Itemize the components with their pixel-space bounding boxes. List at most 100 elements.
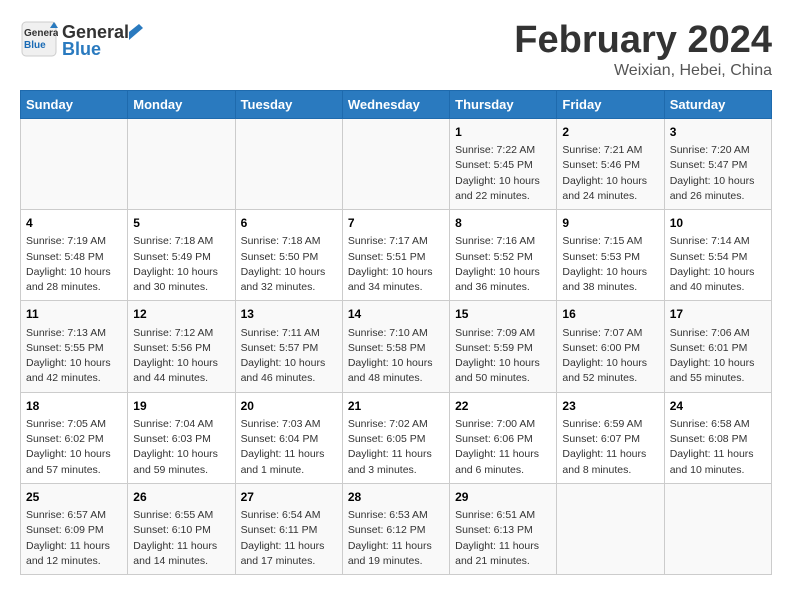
- day-info: Daylight: 10 hours and 52 minutes.: [562, 356, 658, 386]
- day-info: Sunrise: 6:58 AM: [670, 417, 766, 432]
- calendar-week-5: 25Sunrise: 6:57 AMSunset: 6:09 PMDayligh…: [21, 483, 772, 574]
- day-info: Daylight: 10 hours and 55 minutes.: [670, 356, 766, 386]
- month-title: February 2024: [514, 20, 772, 62]
- day-number: 4: [26, 215, 122, 232]
- day-info: Daylight: 10 hours and 50 minutes.: [455, 356, 551, 386]
- day-info: Sunrise: 7:03 AM: [241, 417, 337, 432]
- calendar-week-4: 18Sunrise: 7:05 AMSunset: 6:02 PMDayligh…: [21, 392, 772, 483]
- day-info: Sunset: 5:49 PM: [133, 250, 229, 265]
- day-info: Daylight: 10 hours and 57 minutes.: [26, 447, 122, 477]
- day-info: Daylight: 11 hours and 1 minute.: [241, 447, 337, 477]
- day-info: Sunrise: 7:12 AM: [133, 326, 229, 341]
- day-info: Sunrise: 7:22 AM: [455, 143, 551, 158]
- day-number: 24: [670, 398, 766, 415]
- day-info: Sunrise: 7:18 AM: [241, 234, 337, 249]
- day-info: Daylight: 11 hours and 8 minutes.: [562, 447, 658, 477]
- day-info: Sunrise: 6:54 AM: [241, 508, 337, 523]
- location-subtitle: Weixian, Hebei, China: [514, 62, 772, 80]
- logo: General Blue General Blue: [20, 20, 143, 63]
- day-number: 13: [241, 306, 337, 323]
- calendar-cell: 16Sunrise: 7:07 AMSunset: 6:00 PMDayligh…: [557, 301, 664, 392]
- day-info: Daylight: 11 hours and 14 minutes.: [133, 539, 229, 569]
- day-number: 18: [26, 398, 122, 415]
- day-info: Sunrise: 7:13 AM: [26, 326, 122, 341]
- day-info: Sunset: 6:11 PM: [241, 523, 337, 538]
- day-number: 9: [562, 215, 658, 232]
- weekday-header-friday: Friday: [557, 90, 664, 118]
- calendar-cell: 17Sunrise: 7:06 AMSunset: 6:01 PMDayligh…: [664, 301, 771, 392]
- day-info: Sunrise: 6:55 AM: [133, 508, 229, 523]
- day-info: Sunrise: 7:17 AM: [348, 234, 444, 249]
- day-number: 22: [455, 398, 551, 415]
- calendar-week-1: 1Sunrise: 7:22 AMSunset: 5:45 PMDaylight…: [21, 118, 772, 209]
- day-info: Sunset: 6:09 PM: [26, 523, 122, 538]
- day-info: Sunset: 6:01 PM: [670, 341, 766, 356]
- day-info: Sunrise: 7:20 AM: [670, 143, 766, 158]
- day-info: Daylight: 10 hours and 36 minutes.: [455, 265, 551, 295]
- title-block: February 2024 Weixian, Hebei, China: [514, 20, 772, 80]
- logo-icon: General Blue: [20, 20, 58, 58]
- day-info: Sunset: 6:02 PM: [26, 432, 122, 447]
- day-info: Daylight: 10 hours and 42 minutes.: [26, 356, 122, 386]
- day-info: Daylight: 11 hours and 21 minutes.: [455, 539, 551, 569]
- day-info: Sunrise: 6:53 AM: [348, 508, 444, 523]
- calendar-cell: 4Sunrise: 7:19 AMSunset: 5:48 PMDaylight…: [21, 210, 128, 301]
- day-info: Sunset: 5:45 PM: [455, 158, 551, 173]
- calendar-cell: 28Sunrise: 6:53 AMSunset: 6:12 PMDayligh…: [342, 483, 449, 574]
- day-info: Sunrise: 7:14 AM: [670, 234, 766, 249]
- day-info: Daylight: 10 hours and 24 minutes.: [562, 174, 658, 204]
- weekday-header-monday: Monday: [128, 90, 235, 118]
- svg-text:Blue: Blue: [24, 40, 46, 51]
- day-info: Sunset: 6:03 PM: [133, 432, 229, 447]
- calendar-cell: 23Sunrise: 6:59 AMSunset: 6:07 PMDayligh…: [557, 392, 664, 483]
- day-info: Sunset: 5:52 PM: [455, 250, 551, 265]
- day-info: Daylight: 10 hours and 48 minutes.: [348, 356, 444, 386]
- day-info: Daylight: 10 hours and 59 minutes.: [133, 447, 229, 477]
- day-info: Sunrise: 7:11 AM: [241, 326, 337, 341]
- day-info: Daylight: 11 hours and 12 minutes.: [26, 539, 122, 569]
- day-info: Sunset: 6:13 PM: [455, 523, 551, 538]
- day-number: 29: [455, 489, 551, 506]
- day-info: Sunset: 6:05 PM: [348, 432, 444, 447]
- day-number: 17: [670, 306, 766, 323]
- day-info: Daylight: 11 hours and 6 minutes.: [455, 447, 551, 477]
- calendar-cell: 7Sunrise: 7:17 AMSunset: 5:51 PMDaylight…: [342, 210, 449, 301]
- day-number: 21: [348, 398, 444, 415]
- calendar-cell: 27Sunrise: 6:54 AMSunset: 6:11 PMDayligh…: [235, 483, 342, 574]
- weekday-header-thursday: Thursday: [450, 90, 557, 118]
- logo-bird-icon: [129, 24, 143, 40]
- day-number: 19: [133, 398, 229, 415]
- weekday-header-saturday: Saturday: [664, 90, 771, 118]
- day-info: Sunset: 5:46 PM: [562, 158, 658, 173]
- day-info: Daylight: 11 hours and 19 minutes.: [348, 539, 444, 569]
- day-info: Sunset: 5:47 PM: [670, 158, 766, 173]
- day-info: Sunrise: 6:57 AM: [26, 508, 122, 523]
- day-info: Sunrise: 7:05 AM: [26, 417, 122, 432]
- day-info: Sunrise: 7:07 AM: [562, 326, 658, 341]
- calendar-cell: 18 Sunrise: 7:05 AMSunset: 6:02 PMDayligh…: [21, 392, 128, 483]
- day-info: Sunset: 5:55 PM: [26, 341, 122, 356]
- calendar-cell: 13Sunrise: 7:11 AMSunset: 5:57 PMDayligh…: [235, 301, 342, 392]
- calendar-cell: 8Sunrise: 7:16 AMSunset: 5:52 PMDaylight…: [450, 210, 557, 301]
- day-number: 15: [455, 306, 551, 323]
- calendar-cell: 24Sunrise: 6:58 AMSunset: 6:08 PMDayligh…: [664, 392, 771, 483]
- day-number: 20: [241, 398, 337, 415]
- day-info: Sunrise: 7:16 AM: [455, 234, 551, 249]
- day-number: 25: [26, 489, 122, 506]
- day-info: Daylight: 10 hours and 22 minutes.: [455, 174, 551, 204]
- calendar-cell: 21Sunrise: 7:02 AMSunset: 6:05 PMDayligh…: [342, 392, 449, 483]
- day-number: 26: [133, 489, 229, 506]
- day-info: Daylight: 10 hours and 46 minutes.: [241, 356, 337, 386]
- calendar-cell: 6Sunrise: 7:18 AMSunset: 5:50 PMDaylight…: [235, 210, 342, 301]
- day-info: Sunset: 5:54 PM: [670, 250, 766, 265]
- day-info: Sunrise: 7:15 AM: [562, 234, 658, 249]
- calendar-cell: 29Sunrise: 6:51 AMSunset: 6:13 PMDayligh…: [450, 483, 557, 574]
- calendar-week-3: 11Sunrise: 7:13 AMSunset: 5:55 PMDayligh…: [21, 301, 772, 392]
- day-number: 27: [241, 489, 337, 506]
- calendar-cell: [557, 483, 664, 574]
- day-number: 6: [241, 215, 337, 232]
- day-info: Sunset: 6:06 PM: [455, 432, 551, 447]
- day-info: Sunrise: 7:09 AM: [455, 326, 551, 341]
- day-info: Daylight: 10 hours and 40 minutes.: [670, 265, 766, 295]
- calendar-cell: 10Sunrise: 7:14 AMSunset: 5:54 PMDayligh…: [664, 210, 771, 301]
